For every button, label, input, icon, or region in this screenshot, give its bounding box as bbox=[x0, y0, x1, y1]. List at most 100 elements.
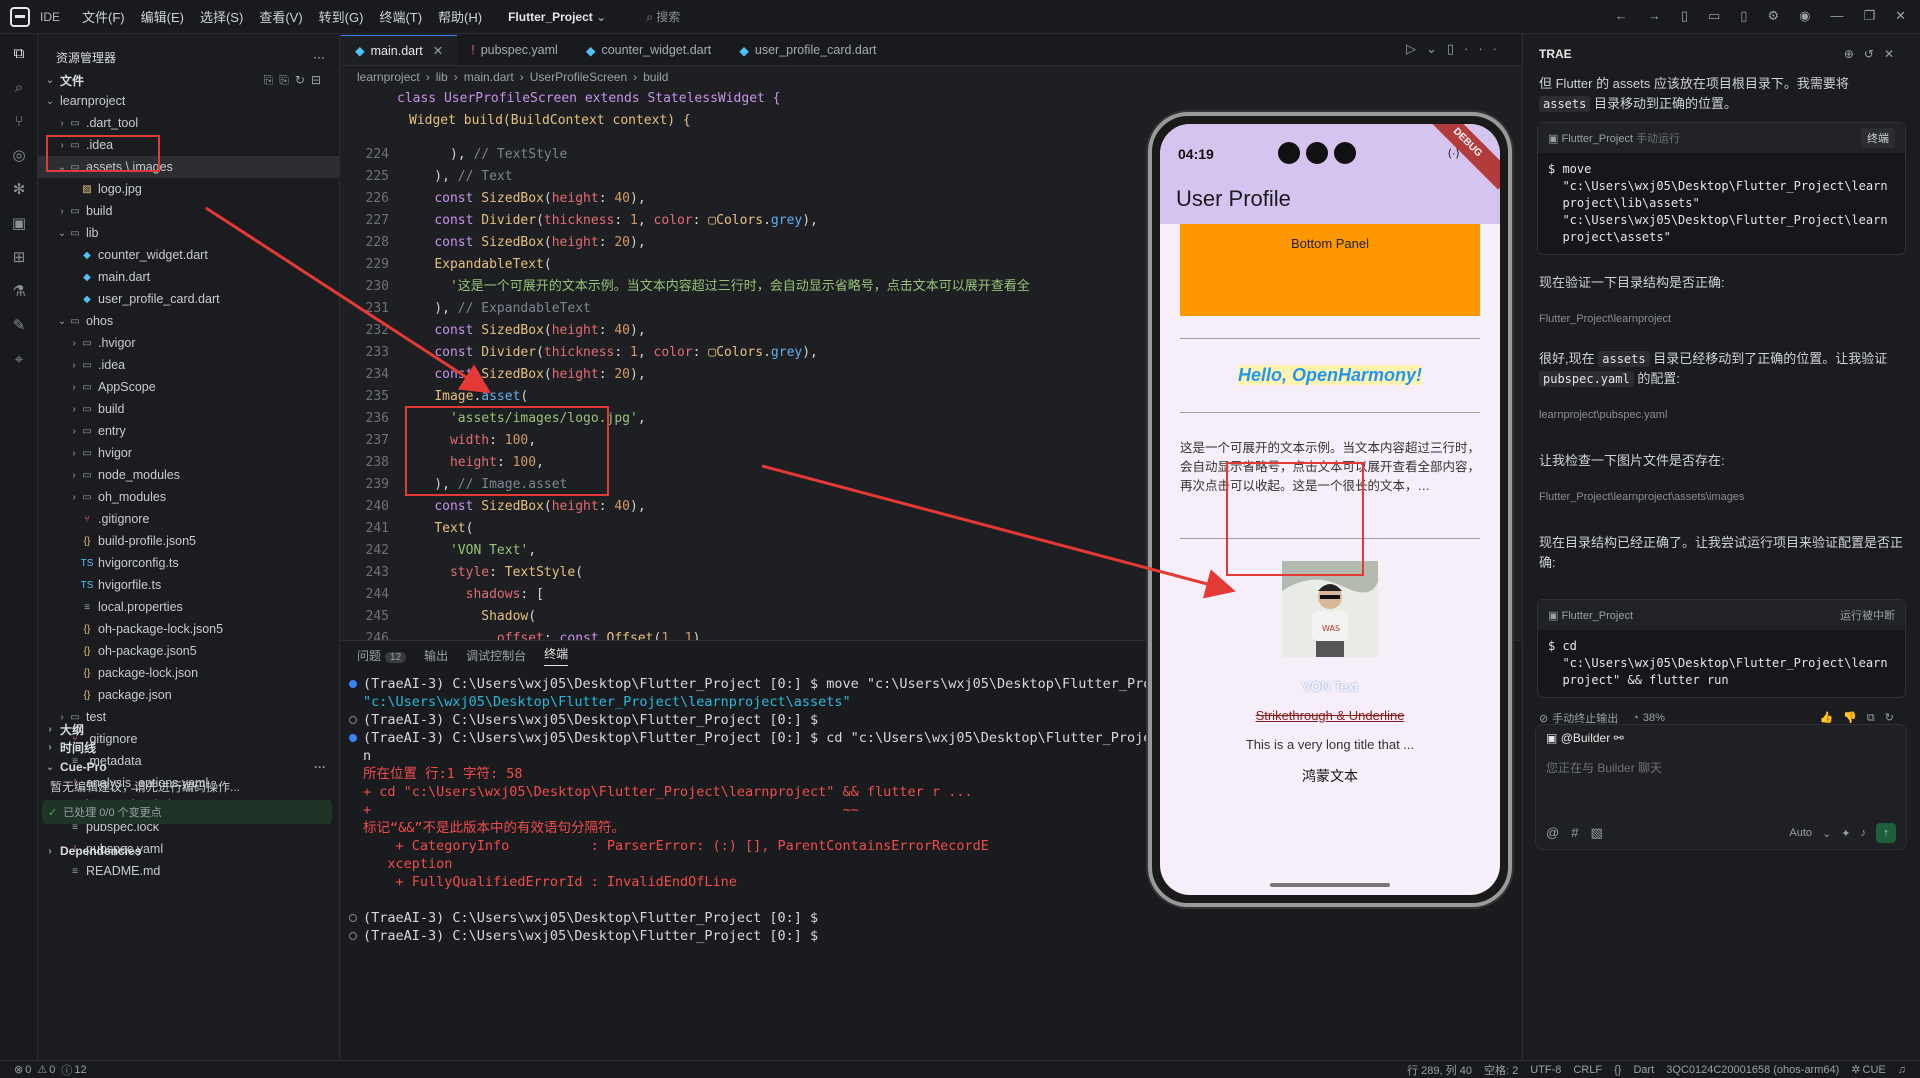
tab-main-dart[interactable]: ◆ main.dart ✕ bbox=[341, 35, 458, 65]
language-mode[interactable]: Dart bbox=[1633, 1064, 1654, 1076]
tree-file[interactable]: ≡ README.md bbox=[38, 860, 339, 882]
tab-pubspec[interactable]: ! pubspec.yaml bbox=[457, 35, 572, 65]
source-control-icon[interactable]: ⑂ bbox=[0, 106, 38, 136]
tree-file[interactable]: ≡ local.properties bbox=[38, 596, 339, 618]
tree-folder[interactable]: › ▭ node_modules bbox=[38, 464, 339, 486]
model-selector[interactable]: Auto bbox=[1789, 827, 1812, 839]
tree-file[interactable]: ◆ user_profile_card.dart bbox=[38, 288, 339, 310]
editor-actions-icon[interactable]: ▷⌄▯··· bbox=[1406, 41, 1507, 57]
ai-tool-icon[interactable]: ✎ bbox=[0, 310, 38, 340]
maximize-icon[interactable]: ❐ bbox=[1863, 8, 1875, 24]
mic-icon[interactable]: ♪ bbox=[1861, 827, 1867, 839]
sparkle-icon[interactable]: ✦ bbox=[1841, 827, 1850, 840]
more-icon[interactable]: ··· bbox=[313, 50, 325, 64]
scan-icon[interactable]: ⌖ bbox=[0, 344, 38, 374]
search-box[interactable]: ⌕ 搜索 bbox=[646, 8, 680, 25]
cuepro-section[interactable]: ⌄ Cue-Pro ··· bbox=[38, 756, 340, 778]
menu-select[interactable]: 选择(S) bbox=[200, 7, 243, 26]
dependencies-section[interactable]: › Dependencies bbox=[38, 840, 340, 862]
ai-header-actions-icon[interactable]: ⊕↺✕ bbox=[1844, 47, 1904, 61]
tree-folder[interactable]: › ▭ build bbox=[38, 398, 339, 420]
files-section-header[interactable]: ⌄ 文件 ⎘⎘↻⊟ bbox=[38, 70, 339, 90]
breadcrumb-item[interactable]: main.dart bbox=[464, 70, 514, 84]
cue-label[interactable]: CUE bbox=[1863, 1064, 1886, 1076]
tree-folder[interactable]: › ▭ build bbox=[38, 200, 339, 222]
close-icon[interactable]: ✕ bbox=[1895, 8, 1906, 24]
tab-problems[interactable]: 问题 12 bbox=[357, 647, 407, 664]
forward-arrow-icon[interactable]: → bbox=[1648, 8, 1661, 24]
tab-counter-widget[interactable]: ◆ counter_widget.dart bbox=[572, 35, 725, 65]
tab-debug-console[interactable]: 调试控制台 bbox=[466, 647, 526, 664]
home-indicator[interactable] bbox=[1270, 883, 1390, 887]
feedback-icons[interactable]: 👍👎⧉↻ bbox=[1820, 711, 1904, 725]
toggle-panel-icon[interactable]: ▭ bbox=[1708, 8, 1720, 24]
tree-file[interactable]: {} oh-package.json5 bbox=[38, 640, 339, 662]
remote-icon[interactable]: ▣ bbox=[0, 208, 38, 238]
info-icon[interactable]: ⓘ bbox=[61, 1062, 72, 1078]
toggle-aux-icon[interactable]: ▯ bbox=[1740, 8, 1747, 24]
device-selector[interactable]: 3QC0124C20001658 (ohos-arm64) bbox=[1666, 1064, 1839, 1076]
tree-root[interactable]: ⌄ learnproject bbox=[38, 90, 339, 112]
send-icon[interactable]: ↑ bbox=[1876, 823, 1896, 843]
file-actions-icon[interactable]: ⎘⎘↻⊟ bbox=[264, 73, 327, 88]
tree-file[interactable]: {} build-profile.json5 bbox=[38, 530, 339, 552]
tree-folder[interactable]: › ▭ .dart_tool bbox=[38, 112, 339, 134]
tree-folder[interactable]: › ▭ oh_modules bbox=[38, 486, 339, 508]
tree-folder[interactable]: › ▭ hvigor bbox=[38, 442, 339, 464]
breadcrumb-item[interactable]: lib bbox=[436, 70, 448, 84]
chat-input[interactable]: 您正在与 Builder 聊天 bbox=[1536, 751, 1906, 784]
encoding[interactable]: UTF-8 bbox=[1530, 1064, 1561, 1076]
back-arrow-icon[interactable]: ← bbox=[1615, 8, 1628, 24]
stop-icon[interactable]: ⊘ bbox=[1539, 712, 1548, 725]
settings-gear-icon[interactable]: ⚙ bbox=[1767, 8, 1779, 24]
tree-file[interactable]: ◆ counter_widget.dart bbox=[38, 244, 339, 266]
project-selector[interactable]: Flutter_Project ⌄ bbox=[508, 10, 606, 24]
tree-file[interactable]: TS hvigorconfig.ts bbox=[38, 552, 339, 574]
more-icon[interactable]: ··· bbox=[314, 760, 326, 774]
tree-folder[interactable]: › ▭ entry bbox=[38, 420, 339, 442]
menu-file[interactable]: 文件(F) bbox=[82, 7, 125, 26]
menu-terminal[interactable]: 终端(T) bbox=[379, 7, 422, 26]
breadcrumb-item[interactable]: learnproject bbox=[357, 70, 420, 84]
tree-folder[interactable]: ⌄ ▭ ohos bbox=[38, 310, 339, 332]
eye-icon[interactable]: ◎ bbox=[0, 140, 38, 170]
timeline-section[interactable]: › 时间线 bbox=[38, 736, 340, 758]
warning-icon[interactable]: ⚠ bbox=[37, 1063, 47, 1076]
tab-terminal[interactable]: 终端 bbox=[544, 645, 569, 666]
open-terminal-button[interactable]: 终端 bbox=[1861, 128, 1895, 148]
cursor-position[interactable]: 行 289, 列 40 bbox=[1407, 1062, 1472, 1078]
breadcrumb-item[interactable]: UserProfileScreen bbox=[530, 70, 627, 84]
hash-icon[interactable]: # bbox=[1571, 825, 1578, 841]
indentation[interactable]: 空格: 2 bbox=[1484, 1062, 1518, 1078]
account-icon[interactable]: ◉ bbox=[1799, 8, 1810, 24]
tree-file[interactable]: {} package.json bbox=[38, 684, 339, 706]
search-code-icon[interactable]: ⌕ bbox=[0, 72, 38, 102]
tree-folder[interactable]: › ▭ AppScope bbox=[38, 376, 339, 398]
extensions-icon[interactable]: ⊞ bbox=[0, 242, 38, 272]
tree-file[interactable]: TS hvigorfile.ts bbox=[38, 574, 339, 596]
tree-file[interactable]: ⑂ .gitignore bbox=[38, 508, 339, 530]
tab-output[interactable]: 输出 bbox=[424, 647, 448, 664]
tree-folder[interactable]: › ▭ .hvigor bbox=[38, 332, 339, 354]
at-icon[interactable]: @ bbox=[1546, 825, 1559, 841]
tree-file[interactable]: ◆ main.dart bbox=[38, 266, 339, 288]
breadcrumb-item[interactable]: build bbox=[643, 70, 668, 84]
tab-user-profile-card[interactable]: ◆ user_profile_card.dart bbox=[725, 35, 890, 65]
minimize-icon[interactable]: — bbox=[1830, 8, 1843, 24]
image-icon[interactable]: ▧ bbox=[1590, 825, 1602, 841]
tree-file[interactable]: ▨ logo.jpg bbox=[38, 178, 339, 200]
explorer-icon[interactable]: ⧉ bbox=[0, 38, 38, 68]
close-icon[interactable]: ✕ bbox=[433, 43, 443, 58]
debug-icon[interactable]: ✻ bbox=[0, 174, 38, 204]
menu-help[interactable]: 帮助(H) bbox=[438, 7, 482, 26]
menu-goto[interactable]: 转到(G) bbox=[319, 7, 364, 26]
tree-folder[interactable]: › ▭ .idea bbox=[38, 354, 339, 376]
line-ending[interactable]: CRLF bbox=[1573, 1064, 1602, 1076]
menu-view[interactable]: 查看(V) bbox=[259, 7, 302, 26]
sticky-scroll-class[interactable]: class UserProfileScreen extends Stateles… bbox=[341, 88, 1521, 110]
toggle-sidebar-icon[interactable]: ▯ bbox=[1681, 8, 1688, 24]
tree-file[interactable]: {} oh-package-lock.json5 bbox=[38, 618, 339, 640]
builder-selector[interactable]: ▣ @Builder ⚯ bbox=[1536, 725, 1906, 751]
menu-edit[interactable]: 编辑(E) bbox=[141, 7, 184, 26]
error-icon[interactable]: ⊗ bbox=[14, 1063, 23, 1076]
